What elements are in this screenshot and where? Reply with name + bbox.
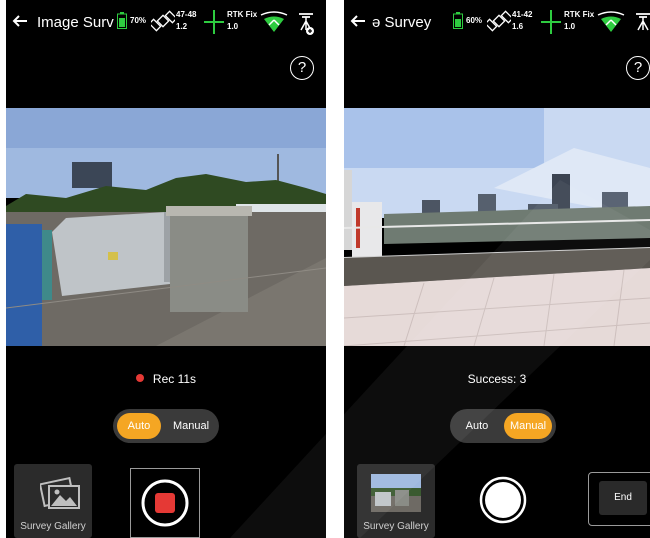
satellite-icon [487, 10, 511, 32]
battery-percent: 70% [130, 16, 147, 25]
survey-gallery-button[interactable]: Survey Gallery [357, 464, 435, 538]
camera-preview [344, 108, 650, 346]
rtk-status: RTK Fix [564, 10, 595, 19]
mode-auto-option[interactable]: Auto [454, 413, 500, 439]
record-dot-icon [135, 374, 144, 382]
recording-status: Rec 11s [6, 372, 326, 386]
end-button-frame: End [588, 472, 650, 526]
rtk-crosshair-icon [204, 10, 224, 34]
camera-preview [6, 108, 326, 346]
gallery-label: Survey Gallery [363, 521, 429, 532]
shutter-button[interactable] [479, 476, 527, 524]
phone-screen-success: ə Survey 60% 41-42 1.6 RTK Fix 1.0 ? Suc… [344, 0, 650, 538]
gallery-label: Survey Gallery [20, 521, 86, 532]
phone-screen-recording: Image Surv 70% 47-48 1.2 RTK Fix 1.0 ? R… [6, 0, 326, 538]
top-bar: Image Surv 70% 47-48 1.2 RTK Fix 1.0 [6, 0, 326, 44]
help-icon[interactable]: ? [626, 56, 650, 80]
back-arrow-icon[interactable] [350, 13, 366, 29]
rtk-value: 1.0 [227, 22, 239, 31]
back-arrow-icon[interactable] [12, 13, 28, 29]
gallery-icon [40, 477, 80, 509]
satellite-pdop: 1.2 [176, 22, 188, 31]
battery-percent: 60% [466, 16, 483, 25]
survey-gallery-button[interactable]: Survey Gallery [14, 464, 92, 538]
rtk-crosshair-icon [541, 10, 561, 34]
battery-icon [453, 12, 463, 29]
mode-auto-option[interactable]: Auto [117, 413, 161, 439]
capture-status: Success: 3 [467, 372, 527, 386]
satellite-count: 47-48 [176, 10, 197, 19]
help-icon[interactable]: ? [290, 56, 314, 80]
base-station-icon [299, 13, 314, 35]
mode-manual-option[interactable]: Manual [165, 413, 217, 439]
base-station-icon [636, 13, 650, 31]
rtk-status: RTK Fix [227, 10, 258, 19]
satellite-icon [151, 10, 175, 32]
rtk-value: 1.0 [564, 22, 576, 31]
rover-signal-icon [260, 11, 288, 32]
mode-toggle[interactable]: Auto Manual [450, 409, 556, 443]
recording-timer: Rec 11s [152, 372, 197, 386]
end-button[interactable]: End [599, 481, 647, 515]
gallery-thumbnail [371, 474, 421, 512]
rover-signal-icon [597, 11, 625, 32]
mode-toggle[interactable]: Auto Manual [113, 409, 219, 443]
screen-title: ə Survey [372, 14, 432, 31]
satellite-pdop: 1.6 [512, 22, 524, 31]
satellite-count: 41-42 [512, 10, 533, 19]
battery-icon [117, 12, 127, 29]
stop-record-icon [141, 479, 189, 527]
record-stop-button[interactable] [130, 468, 200, 538]
top-bar: ə Survey 60% 41-42 1.6 RTK Fix 1.0 [344, 0, 650, 44]
mode-manual-option[interactable]: Manual [504, 413, 552, 439]
screen-title: Image Surv [37, 14, 114, 31]
